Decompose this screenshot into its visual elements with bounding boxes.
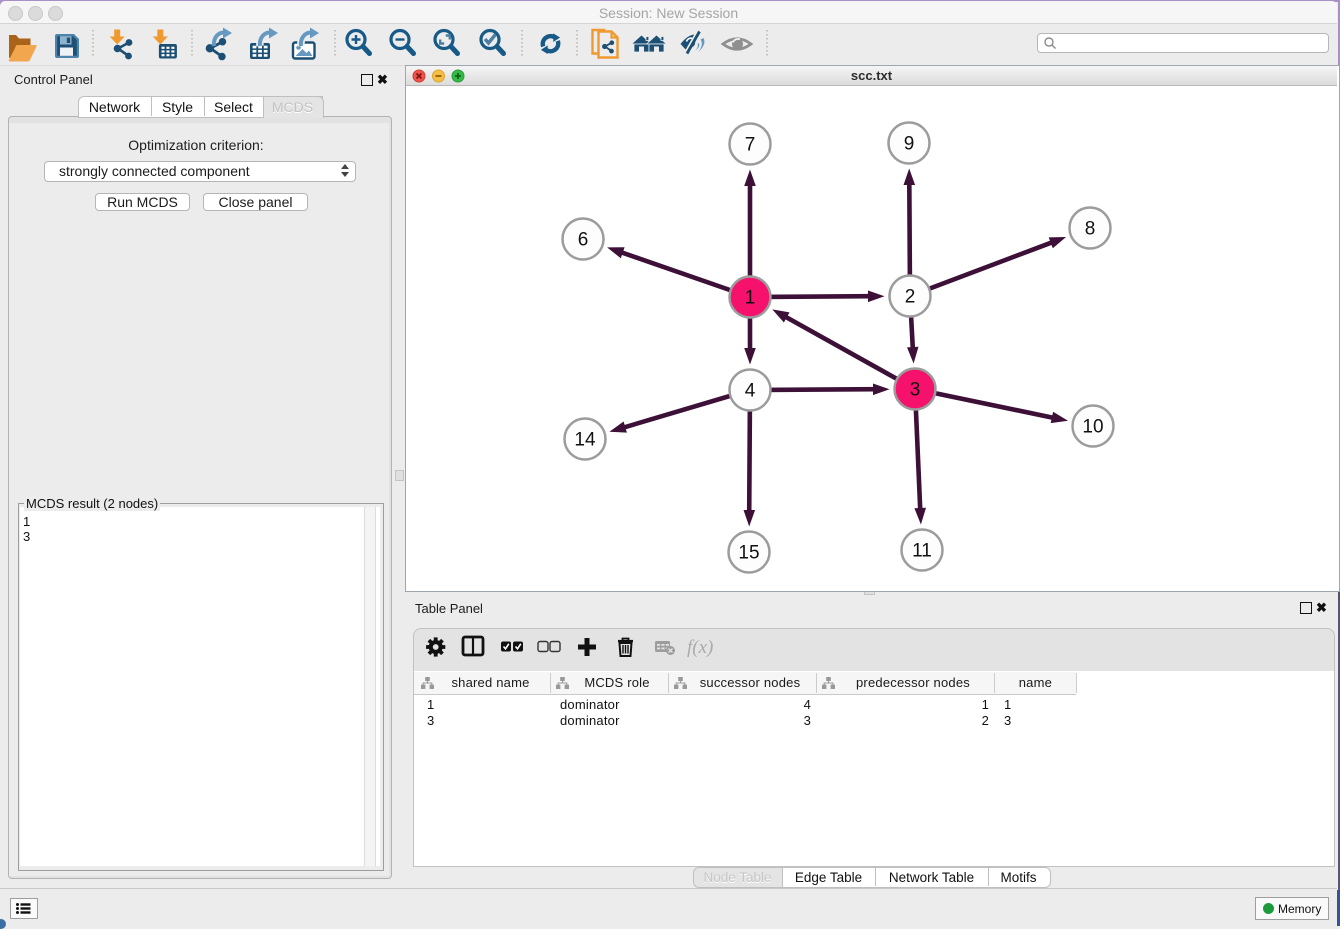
svg-text:6: 6 <box>578 230 589 251</box>
svg-text:2: 2 <box>905 287 916 308</box>
svg-text:f(x): f(x) <box>687 637 713 658</box>
svg-text:7: 7 <box>745 135 756 156</box>
svg-text:3: 3 <box>910 380 921 401</box>
svg-text:14: 14 <box>574 430 596 451</box>
svg-text:10: 10 <box>1082 417 1103 438</box>
svg-text:8: 8 <box>1085 219 1096 240</box>
svg-text:11: 11 <box>912 541 932 562</box>
svg-text:9: 9 <box>904 134 915 155</box>
svg-text:4: 4 <box>745 381 756 402</box>
svg-text:15: 15 <box>738 543 759 564</box>
svg-text:1: 1 <box>745 288 756 309</box>
